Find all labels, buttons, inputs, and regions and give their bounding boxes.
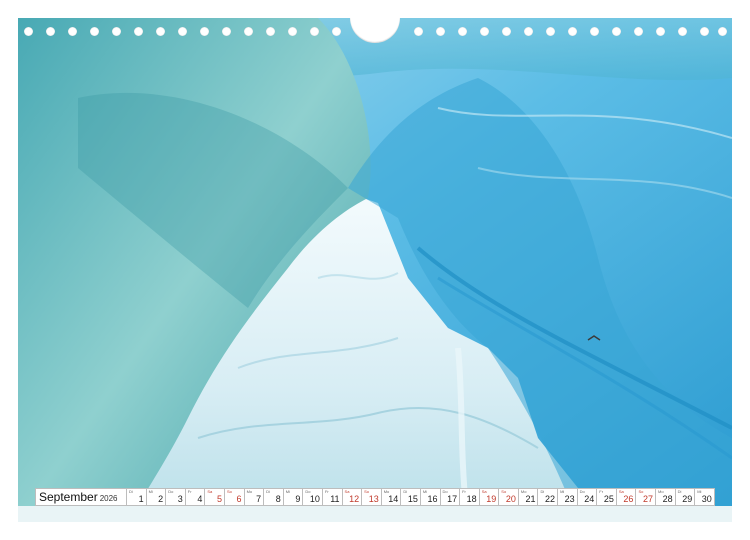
day-cell: Sa 19: [479, 488, 500, 506]
day-cell: Mi 23: [558, 488, 578, 506]
iceberg-arch-photo: [18, 18, 732, 522]
day-number: 3: [177, 494, 183, 504]
weekday-abbr: Fr: [324, 489, 329, 494]
day-number: 28: [662, 494, 673, 504]
day-cells: Di 1 Mi 2 Do 3 Fr 4 Sa 5 So 6 Mo 7 Di 8 Mi 9 Do 10 Fr 11 Sa 12 S…: [127, 488, 715, 506]
day-number: 11: [330, 494, 340, 504]
weekday-abbr: Do: [168, 489, 174, 494]
day-cell: Mo 14: [381, 488, 402, 506]
day-number: 2: [158, 494, 164, 504]
day-number: 20: [505, 494, 516, 504]
day-cell: Fr 11: [322, 488, 343, 506]
day-cell: Mi 2: [146, 488, 167, 506]
weekday-abbr: Mi: [285, 489, 290, 494]
month-label: September 2026: [35, 488, 127, 506]
day-cell: Di 8: [264, 488, 284, 506]
day-number: 9: [295, 494, 301, 504]
day-cell: So 6: [224, 488, 245, 506]
day-number: 22: [545, 494, 556, 504]
day-cell: So 13: [362, 488, 382, 506]
day-number: 30: [701, 494, 712, 504]
day-cell: Fr 25: [597, 488, 617, 506]
day-cell: Do 24: [577, 488, 598, 506]
weekday-abbr: Sa: [207, 489, 213, 494]
year-label: 2026: [99, 494, 118, 503]
day-number: 18: [466, 494, 477, 504]
weekday-abbr: Di: [403, 489, 408, 494]
day-cell: So 27: [636, 488, 657, 506]
day-number: 8: [275, 494, 281, 504]
day-cell: Do 3: [166, 488, 186, 506]
day-cell: Di 1: [127, 488, 147, 506]
weekday-abbr: Fr: [187, 489, 192, 494]
day-cell: Fr 4: [185, 488, 206, 506]
weekday-abbr: So: [226, 489, 232, 494]
day-number: 12: [349, 494, 360, 504]
day-cell: Do 10: [303, 488, 323, 506]
calendar-page: [18, 18, 732, 522]
day-number: 25: [603, 494, 614, 504]
day-cell: Sa 5: [205, 488, 225, 506]
day-number: 7: [256, 494, 262, 504]
weekday-abbr: Fr: [462, 489, 466, 494]
day-cell: Sa 26: [616, 488, 637, 506]
day-cell: Mo 21: [518, 488, 539, 506]
day-cell: Mi 16: [420, 488, 441, 506]
day-number: 29: [682, 494, 693, 504]
day-number: 21: [525, 494, 536, 504]
day-number: 14: [388, 494, 399, 504]
day-number: 16: [427, 494, 438, 504]
day-number: 4: [197, 494, 203, 504]
day-number: 5: [216, 494, 222, 504]
day-number: 19: [486, 494, 497, 504]
day-number: 13: [368, 494, 379, 504]
weekday-abbr: Fr: [599, 489, 604, 494]
day-cell: Sa 12: [342, 488, 363, 506]
weekday-abbr: Mi: [148, 489, 153, 494]
weekday-abbr: Di: [677, 489, 682, 494]
weekday-abbr: Mo: [246, 489, 253, 494]
day-number: 23: [564, 494, 575, 504]
calendar-strip: September 2026 Di 1 Mi 2 Do 3 Fr 4 Sa 5 So 6 Mo 7 Di 8 Mi…: [35, 488, 715, 506]
day-cell: Mi 9: [283, 488, 304, 506]
day-cell: Do 17: [440, 488, 461, 506]
weekday-abbr: Di: [540, 489, 545, 494]
day-cell: Mo 28: [656, 488, 676, 506]
day-cell: Di 29: [675, 488, 696, 506]
month-name: September: [39, 490, 98, 504]
day-number: 6: [236, 494, 242, 504]
day-number: 17: [447, 494, 458, 504]
weekday-abbr: Di: [129, 489, 133, 494]
day-cell: Mi 30: [695, 488, 715, 506]
day-number: 15: [407, 494, 418, 504]
day-number: 10: [309, 494, 320, 504]
day-number: 24: [584, 494, 595, 504]
day-cell: Mo 7: [244, 488, 265, 506]
day-cell: So 20: [499, 488, 519, 506]
weekday-abbr: Di: [266, 489, 270, 494]
day-cell: Di 15: [401, 488, 421, 506]
day-cell: Fr 18: [460, 488, 480, 506]
day-number: 26: [623, 494, 634, 504]
day-cell: Di 22: [538, 488, 559, 506]
day-number: 27: [643, 494, 654, 504]
day-number: 1: [138, 494, 144, 504]
